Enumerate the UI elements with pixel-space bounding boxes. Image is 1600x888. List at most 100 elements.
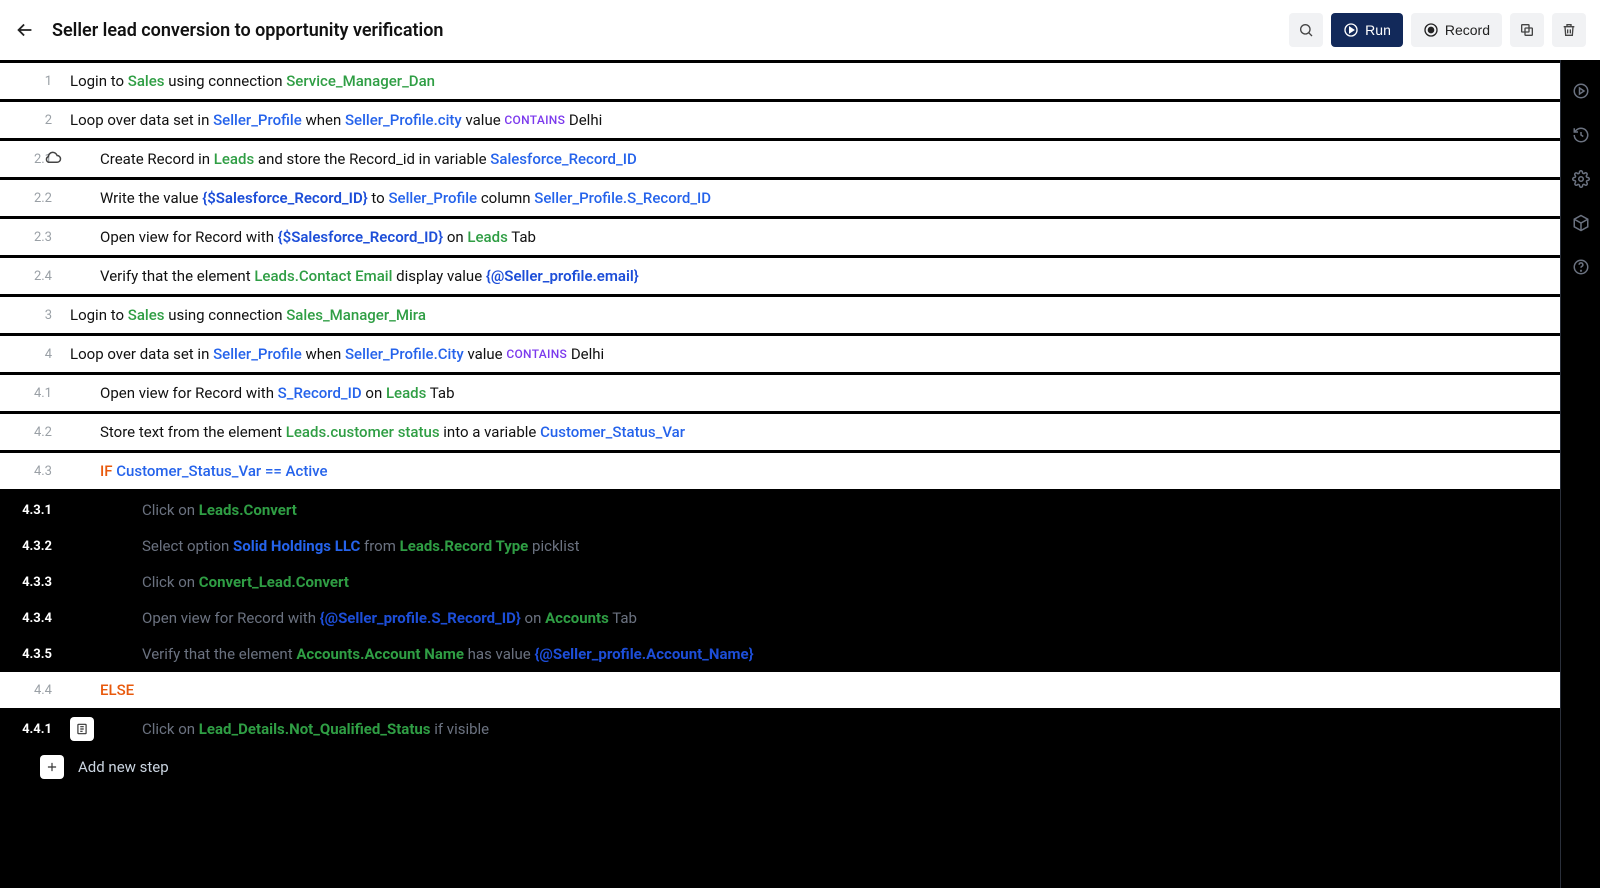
step-row[interactable]: 2.4Verify that the element Leads.Contact… <box>0 258 1560 294</box>
cube-icon[interactable] <box>1572 214 1590 232</box>
step-content: Open view for Record with S_Record_ID on… <box>70 384 1560 402</box>
step-content: Select option Solid Holdings LLC from Le… <box>70 537 1560 555</box>
step-token: Seller_Profile.City <box>345 345 464 363</box>
copy-icon <box>1519 22 1535 38</box>
step-token: Leads <box>386 384 426 402</box>
step-token: Click on <box>142 720 199 738</box>
step-token: {@Seller_profile.S_Record_ID} <box>320 609 521 627</box>
step-token: Accounts <box>545 609 609 627</box>
step-content: Click on Convert_Lead.Convert <box>70 573 1560 591</box>
step-row[interactable]: 1Login to Sales using connection Service… <box>0 63 1560 99</box>
step-row[interactable]: 2.1Create Record in Leads and store the … <box>0 141 1560 177</box>
back-arrow-icon[interactable] <box>14 19 36 41</box>
step-row[interactable]: 4.2Store text from the element Leads.cus… <box>0 414 1560 450</box>
step-row[interactable]: 4.3.3 Click on Convert_Lead.Convert <box>0 564 1560 600</box>
step-token: has value <box>464 645 535 663</box>
step-token: Leads.Record Type <box>400 537 529 555</box>
step-token: Leads.Contact Email <box>254 267 392 285</box>
step-token: Click on <box>142 573 199 591</box>
step-token: Open view for Record with <box>100 228 278 246</box>
step-row[interactable]: 4.3.5Verify that the element Accounts.Ac… <box>0 636 1560 672</box>
step-token: Customer_Status_Var == Active <box>116 462 327 480</box>
step-token: Tab <box>508 228 536 246</box>
run-history-icon[interactable] <box>1572 82 1590 100</box>
step-row[interactable]: 4.3.2 Select option Solid Holdings LLC fr… <box>0 528 1560 564</box>
step-token: Loop over data set in <box>70 111 213 129</box>
step-row[interactable]: 3Login to Sales using connection Sales_M… <box>0 297 1560 333</box>
step-token: Leads <box>214 150 254 168</box>
add-step-button[interactable] <box>40 755 64 779</box>
step-index: 4.3.3 <box>22 575 52 590</box>
search-icon <box>1298 22 1314 38</box>
step-index: 4 <box>45 347 52 362</box>
step-token: column <box>477 189 534 207</box>
step-token: Open view for Record with <box>100 384 278 402</box>
step-content: IF Customer_Status_Var == Active <box>70 462 1560 480</box>
delete-button[interactable] <box>1552 13 1586 47</box>
settings-icon[interactable] <box>1572 170 1590 188</box>
header-bar: Seller lead conversion to opportunity ve… <box>0 0 1600 60</box>
step-row[interactable]: 2Loop over data set in Seller_Profile wh… <box>0 102 1560 138</box>
step-token: display value <box>392 267 485 285</box>
step-token: if visible <box>431 720 490 738</box>
step-token: {$Salesforce_Record_ID} <box>202 189 367 207</box>
step-row[interactable]: 4.4.1Click on Lead_Details.Not_Qualified… <box>0 711 1560 747</box>
step-row[interactable]: 2.2Write the value {$Salesforce_Record_I… <box>0 180 1560 216</box>
step-token: Customer_Status_Var <box>540 423 685 441</box>
history-icon[interactable] <box>1572 126 1590 144</box>
trash-icon <box>1561 22 1577 38</box>
step-token: contains <box>504 113 565 127</box>
step-index: 4.3.1 <box>22 503 52 518</box>
step-index: 4.3.4 <box>22 611 52 626</box>
step-token: on <box>443 228 467 246</box>
search-button[interactable] <box>1289 13 1323 47</box>
step-row[interactable]: 4.1Open view for Record with S_Record_ID… <box>0 375 1560 411</box>
step-content: Click on Leads.Convert <box>70 501 1560 519</box>
help-icon[interactable] <box>1572 258 1590 276</box>
step-token: Leads.customer status <box>286 423 440 441</box>
step-token: Click on <box>142 501 199 519</box>
cloud-icon <box>44 148 62 170</box>
step-index: 4.3.2 <box>22 539 52 554</box>
step-content: Create Record in Leads and store the Rec… <box>70 150 1560 168</box>
step-token: Login to <box>70 72 128 90</box>
step-row[interactable]: 4.3.1 Click on Leads.Convert <box>0 492 1560 528</box>
step-token: on <box>362 384 386 402</box>
step-token: {@Seller_profile.email} <box>486 267 639 285</box>
step-index: 4.3 <box>34 464 52 479</box>
step-token: Sales_Manager_Mira <box>286 306 426 324</box>
record-button[interactable]: Record <box>1411 13 1502 47</box>
copy-button[interactable] <box>1510 13 1544 47</box>
run-label: Run <box>1365 22 1391 38</box>
step-token: Tab <box>609 609 637 627</box>
add-step-label: Add new step <box>78 758 169 776</box>
notebook-icon[interactable] <box>70 717 94 741</box>
step-token: Sales <box>128 72 165 90</box>
step-token: Solid Holdings LLC <box>233 537 360 555</box>
step-row[interactable]: 2.3Open view for Record with {$Salesforc… <box>0 219 1560 255</box>
play-circle-icon <box>1343 22 1359 38</box>
step-row[interactable]: 4.3.4Open view for Record with {@Seller_… <box>0 600 1560 636</box>
step-row[interactable]: 4.4ELSE <box>0 672 1560 708</box>
step-token: from <box>360 537 399 555</box>
step-token: Create Record in <box>100 150 214 168</box>
step-index: 2.2 <box>34 191 52 206</box>
step-index: 4.3.5 <box>22 647 52 662</box>
step-token: to <box>368 189 389 207</box>
step-content: Store text from the element Leads.custom… <box>70 423 1560 441</box>
add-step-row[interactable]: Add new step <box>0 747 1560 787</box>
step-token: Verify that the element <box>100 267 254 285</box>
step-token: contains <box>506 347 567 361</box>
step-token: Leads.Convert <box>199 501 297 519</box>
run-button[interactable]: Run <box>1331 13 1403 47</box>
step-content: Login to Sales using connection Sales_Ma… <box>70 306 1560 324</box>
step-row[interactable]: 4Loop over data set in Seller_Profile wh… <box>0 336 1560 372</box>
step-token: Verify that the element <box>142 645 296 663</box>
step-content: Click on Lead_Details.Not_Qualified_Stat… <box>70 720 1560 738</box>
step-token: Seller_Profile <box>213 345 302 363</box>
step-token: Seller_Profile <box>213 111 302 129</box>
step-content: Verify that the element Leads.Contact Em… <box>70 267 1560 285</box>
page-title: Seller lead conversion to opportunity ve… <box>52 20 1273 41</box>
step-row[interactable]: 4.3 IF Customer_Status_Var == Active <box>0 453 1560 489</box>
step-token: and store the Record_id in variable <box>254 150 490 168</box>
